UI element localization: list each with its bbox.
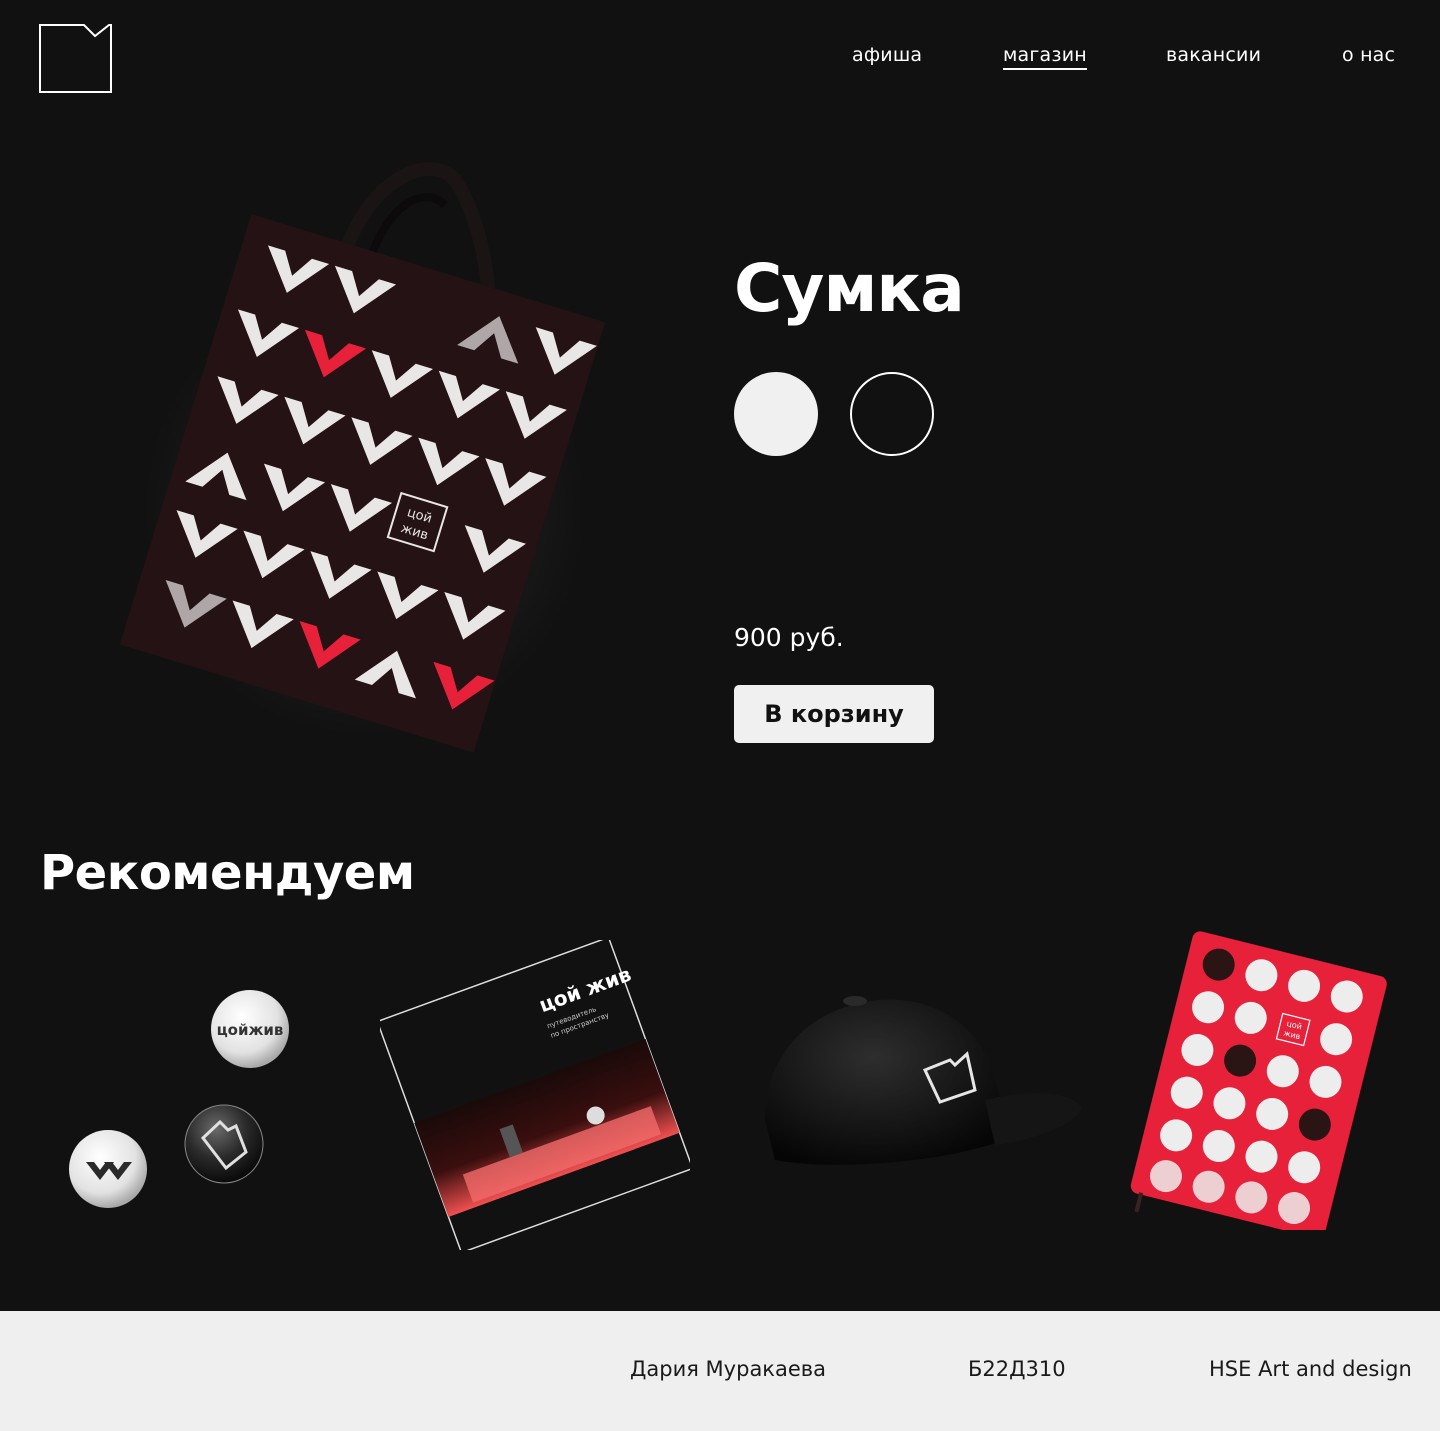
product-price: 900 руб.	[734, 623, 844, 652]
nav-shop[interactable]: магазин	[1003, 44, 1087, 70]
notebook-ribbon	[1134, 1192, 1144, 1213]
footer-author: Дария Муракаева	[630, 1357, 827, 1381]
footer: Дария Муракаева Б22Д310 HSE Art and desi…	[0, 1311, 1440, 1431]
rec-item-notebook[interactable]: цой жив	[1130, 930, 1390, 1239]
cap-crown	[765, 999, 1005, 1165]
footer-group: Б22Д310	[968, 1357, 1066, 1381]
nav-afisha[interactable]: афиша	[852, 44, 922, 66]
notebook-image: цой жив	[1130, 931, 1387, 1239]
cap-button	[843, 996, 867, 1006]
footer-school: HSE Art and design	[1209, 1357, 1412, 1381]
tote-bag-image: цой жив	[119, 162, 606, 753]
cap-image	[765, 996, 1082, 1165]
product-image: цой жив	[80, 160, 620, 780]
pin-text: цойжив	[217, 1021, 284, 1039]
nav-about[interactable]: о нас	[1342, 44, 1395, 66]
main-nav: афиша магазин вакансии о нас	[0, 44, 1440, 74]
color-swatch-white[interactable]	[734, 372, 818, 456]
add-to-cart-button[interactable]: В корзину	[734, 685, 934, 743]
product-title: Сумка	[734, 250, 965, 327]
pin-black	[184, 1104, 264, 1184]
rec-item-pins[interactable]: цойжив	[60, 980, 300, 1210]
cap-brim	[985, 1093, 1082, 1145]
recommended-heading: Рекомендуем	[40, 845, 415, 901]
color-swatch-black[interactable]	[850, 372, 934, 456]
book-image: цой жив путеводитель по пространству	[376, 936, 694, 1254]
rec-item-book[interactable]: цой жив путеводитель по пространству	[376, 936, 694, 1254]
nav-vacancies[interactable]: вакансии	[1166, 44, 1261, 66]
rec-item-cap[interactable]	[755, 990, 1085, 1180]
pins-image: цойжив	[69, 990, 289, 1208]
